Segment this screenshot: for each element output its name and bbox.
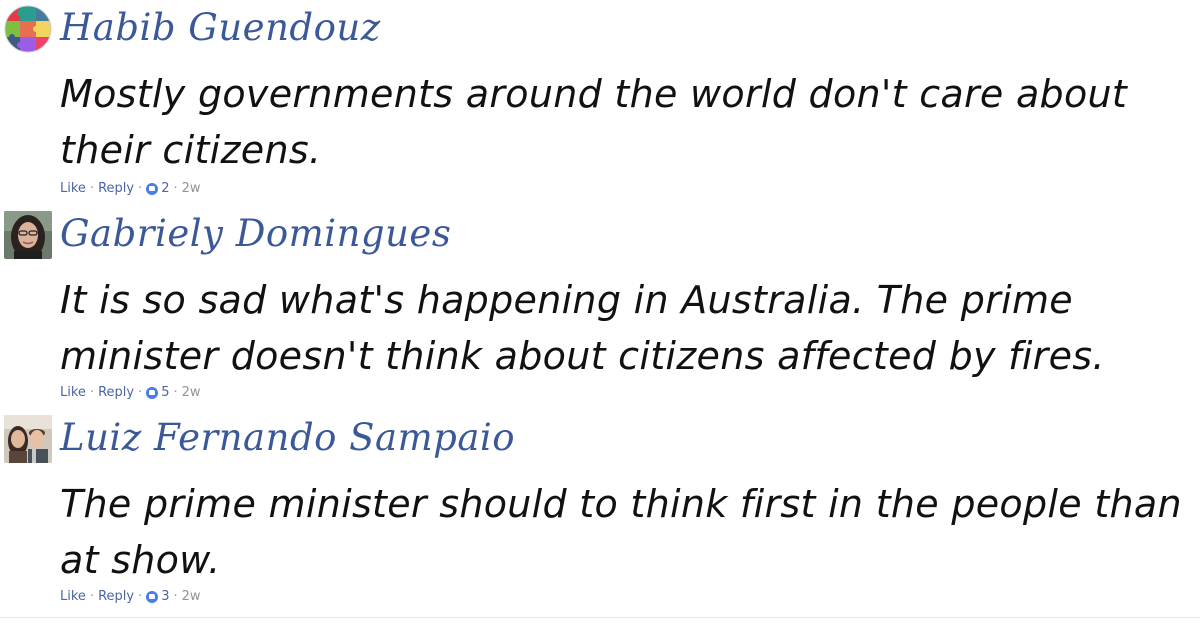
comment-text: The prime minister should to think first… bbox=[60, 482, 1182, 582]
divider bbox=[0, 617, 1200, 618]
reply-link[interactable]: Reply bbox=[98, 384, 134, 402]
person-photo-avatar-icon bbox=[4, 211, 52, 259]
comment-author[interactable]: Habib Guendouz bbox=[60, 6, 381, 50]
comment-text: Mostly governments around the world don'… bbox=[60, 72, 1128, 172]
comment-author[interactable]: Gabriely Domingues bbox=[60, 212, 451, 256]
separator: · bbox=[138, 181, 143, 196]
comment-actions: Like · Reply · 3 · 2w bbox=[60, 588, 201, 606]
couple-photo-avatar-icon bbox=[4, 415, 52, 463]
like-link[interactable]: Like bbox=[60, 180, 86, 198]
separator: · bbox=[173, 181, 178, 196]
comment-item: Habib Guendouz Mostly governments around… bbox=[0, 0, 1200, 205]
reply-link[interactable]: Reply bbox=[98, 588, 134, 606]
reaction-count[interactable]: 3 bbox=[146, 588, 170, 606]
like-icon bbox=[146, 183, 159, 195]
like-icon bbox=[146, 387, 159, 399]
comment-actions: Like · Reply · 2 · 2w bbox=[60, 180, 201, 198]
separator: · bbox=[138, 385, 143, 400]
comment-text: It is so sad what's happening in Austral… bbox=[60, 278, 1105, 378]
avatar[interactable] bbox=[4, 415, 52, 463]
comment-actions: Like · Reply · 5 · 2w bbox=[60, 384, 201, 402]
reaction-count-value: 2 bbox=[161, 181, 170, 196]
comment-age[interactable]: 2w bbox=[182, 384, 201, 402]
like-icon bbox=[146, 591, 159, 603]
reply-link[interactable]: Reply bbox=[98, 180, 134, 198]
separator: · bbox=[89, 181, 95, 196]
separator: · bbox=[173, 385, 178, 400]
separator: · bbox=[89, 385, 95, 400]
avatar[interactable] bbox=[4, 5, 52, 53]
avatar[interactable] bbox=[4, 211, 52, 259]
separator: · bbox=[89, 589, 95, 604]
comment-age[interactable]: 2w bbox=[182, 588, 201, 606]
like-link[interactable]: Like bbox=[60, 588, 86, 606]
comment-author[interactable]: Luiz Fernando Sampaio bbox=[60, 416, 515, 460]
separator: · bbox=[173, 589, 178, 604]
reaction-count-value: 3 bbox=[161, 589, 170, 604]
like-link[interactable]: Like bbox=[60, 384, 86, 402]
puzzle-avatar-icon bbox=[4, 5, 52, 53]
comment-age[interactable]: 2w bbox=[182, 180, 201, 198]
comment-item: Gabriely Domingues It is so sad what's h… bbox=[0, 206, 1200, 411]
separator: · bbox=[138, 589, 143, 604]
reaction-count-value: 5 bbox=[161, 385, 170, 400]
reaction-count[interactable]: 2 bbox=[146, 180, 170, 198]
comments-thread: Habib Guendouz Mostly governments around… bbox=[0, 0, 1200, 630]
comment-item: Luiz Fernando Sampaio The prime minister… bbox=[0, 410, 1200, 615]
reaction-count[interactable]: 5 bbox=[146, 384, 170, 402]
